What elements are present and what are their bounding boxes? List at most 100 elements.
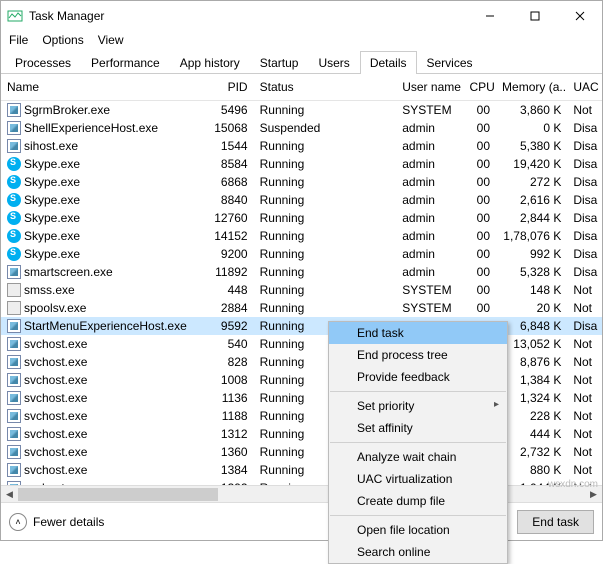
process-pid: 5496 [205,101,254,119]
tab-processes[interactable]: Processes [5,51,81,74]
process-pid: 6868 [205,173,254,191]
tabs: Processes Performance App history Startu… [1,51,602,74]
col-pid[interactable]: PID [205,74,254,101]
process-user: SYSTEM [396,281,463,299]
col-uac[interactable]: UAC [567,74,602,101]
table-row[interactable]: Skype.exe6868Runningadmin00272 KDisa [1,173,602,191]
table-row[interactable]: svchost.exe1360Running2,732 KNot [1,443,602,461]
tab-users[interactable]: Users [308,51,359,74]
process-memory: 1,78,076 K [496,227,567,245]
process-cpu: 00 [463,209,496,227]
table-row[interactable]: svchost.exe1136Running1,324 KNot [1,389,602,407]
process-status: Running [254,155,397,173]
process-icon [7,481,21,486]
tab-services[interactable]: Services [417,51,483,74]
scroll-left-button[interactable]: ◀ [1,486,18,503]
process-table-wrap: Name PID Status User name CPU Memory (a.… [1,74,602,485]
table-row[interactable]: StartMenuExperienceHost.exe9592Running6,… [1,317,602,335]
watermark: wsxdn.com [548,479,598,490]
end-task-button[interactable]: End task [517,510,594,534]
ctx-separator [330,442,506,443]
process-icon [7,247,21,261]
scroll-thumb[interactable] [18,488,218,501]
table-row[interactable]: svchost.exe1188Running228 KNot [1,407,602,425]
close-button[interactable] [557,1,602,31]
ctx-end-process-tree[interactable]: End process tree [329,344,507,366]
ctx-provide-feedback[interactable]: Provide feedback [329,366,507,388]
ctx-uac-virtualization[interactable]: UAC virtualization [329,468,507,490]
ctx-set-priority[interactable]: Set priority [329,395,507,417]
ctx-create-dump-file[interactable]: Create dump file [329,490,507,512]
process-cpu: 00 [463,281,496,299]
table-row[interactable]: smartscreen.exe11892Runningadmin005,328 … [1,263,602,281]
process-icon [7,229,21,243]
process-uac: Not [567,281,602,299]
tab-app-history[interactable]: App history [170,51,250,74]
process-pid: 1312 [205,425,254,443]
table-row[interactable]: svchost.exe1392Running1.044 KNot [1,479,602,486]
col-user[interactable]: User name [396,74,463,101]
col-memory[interactable]: Memory (a... [496,74,567,101]
ctx-analyze-wait-chain[interactable]: Analyze wait chain [329,446,507,468]
process-icon [7,139,21,153]
table-row[interactable]: Skype.exe8584Runningadmin0019,420 KDisa [1,155,602,173]
ctx-separator [330,391,506,392]
maximize-button[interactable] [512,1,557,31]
process-icon [7,427,21,441]
process-name: svchost.exe [24,445,87,459]
process-name: Skype.exe [24,229,80,243]
table-row[interactable]: svchost.exe1008Running1,384 KNot [1,371,602,389]
process-icon [7,391,21,405]
table-row[interactable]: svchost.exe1312Running444 KNot [1,425,602,443]
table-row[interactable]: svchost.exe540Running13,052 KNot [1,335,602,353]
table-row[interactable]: ShellExperienceHost.exe15068Suspendedadm… [1,119,602,137]
process-name: Skype.exe [24,211,80,225]
minimize-button[interactable] [467,1,512,31]
process-icon [7,193,21,207]
chevron-up-icon: ˄ [9,513,27,531]
process-user: admin [396,119,463,137]
process-uac: Disa [567,227,602,245]
process-memory: 5,328 K [496,263,567,281]
process-user: admin [396,209,463,227]
process-name: smartscreen.exe [24,265,113,279]
titlebar[interactable]: Task Manager [1,1,602,31]
table-row[interactable]: spoolsv.exe2884RunningSYSTEM0020 KNot [1,299,602,317]
col-name[interactable]: Name [1,74,205,101]
table-row[interactable]: smss.exe448RunningSYSTEM00148 KNot [1,281,602,299]
col-status[interactable]: Status [254,74,397,101]
ctx-search-online[interactable]: Search online [329,541,507,563]
process-uac: Not [567,443,602,461]
process-memory: 148 K [496,281,567,299]
tab-startup[interactable]: Startup [250,51,309,74]
process-name: svchost.exe [24,337,87,351]
horizontal-scrollbar[interactable]: ◀ ▶ [1,485,602,502]
table-row[interactable]: svchost.exe828Running8,876 KNot [1,353,602,371]
process-pid: 1008 [205,371,254,389]
process-memory: 272 K [496,173,567,191]
tab-details[interactable]: Details [360,51,417,74]
ctx-open-file-location[interactable]: Open file location [329,519,507,541]
process-name: svchost.exe [24,481,87,486]
table-row[interactable]: sihost.exe1544Runningadmin005,380 KDisa [1,137,602,155]
table-row[interactable]: Skype.exe8840Runningadmin002,616 KDisa [1,191,602,209]
menu-options[interactable]: Options [42,33,83,47]
process-pid: 9592 [205,317,254,335]
table-row[interactable]: Skype.exe9200Runningadmin00992 KDisa [1,245,602,263]
ctx-set-affinity[interactable]: Set affinity [329,417,507,439]
table-row[interactable]: Skype.exe14152Runningadmin001,78,076 KDi… [1,227,602,245]
process-pid: 1136 [205,389,254,407]
table-row[interactable]: svchost.exe1384Running880 KNot [1,461,602,479]
process-uac: Not [567,461,602,479]
col-cpu[interactable]: CPU [463,74,496,101]
process-pid: 1360 [205,443,254,461]
table-row[interactable]: SgrmBroker.exe5496RunningSYSTEM003,860 K… [1,101,602,119]
process-icon [7,373,21,387]
process-icon [7,445,21,459]
process-pid: 1544 [205,137,254,155]
table-row[interactable]: Skype.exe12760Runningadmin002,844 KDisa [1,209,602,227]
menu-view[interactable]: View [98,33,124,47]
menu-file[interactable]: File [9,33,28,47]
ctx-end-task[interactable]: End task [329,322,507,344]
tab-performance[interactable]: Performance [81,51,170,74]
